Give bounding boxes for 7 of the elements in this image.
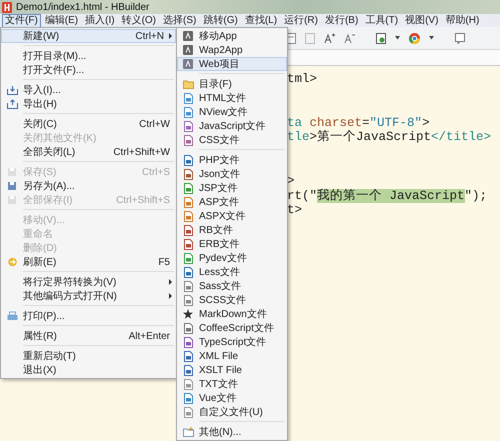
code-line: ta charset="UTF-8">	[287, 116, 430, 130]
code-line: tle>第一个JavaScript</title>	[287, 130, 492, 146]
code-line: rt("我的第一个 JavaScript");	[287, 188, 488, 204]
code-line: t>	[287, 203, 302, 218]
window-title: Demo1/index1.html - HBuilder	[16, 2, 150, 12]
code-line: tml>	[287, 72, 318, 87]
code-line: >	[287, 174, 295, 190]
